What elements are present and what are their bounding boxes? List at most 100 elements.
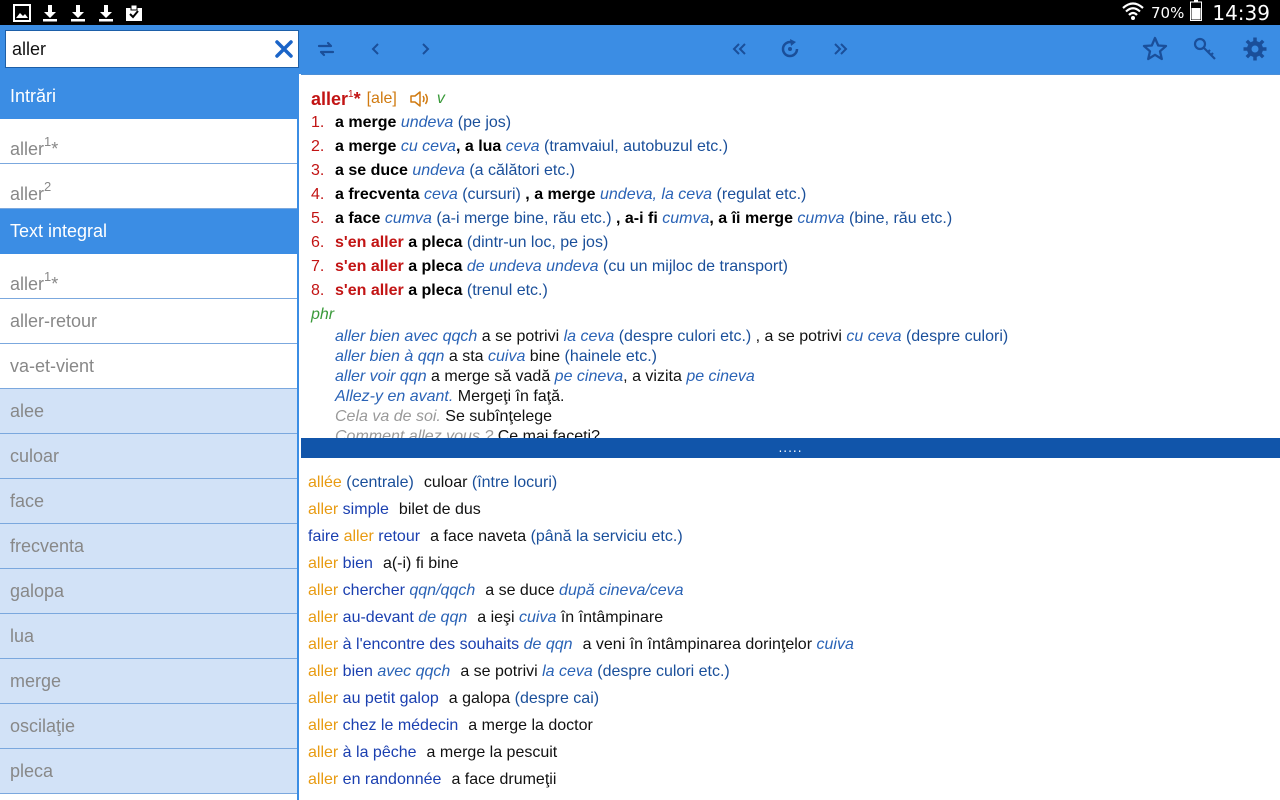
refresh-icon[interactable]: [776, 35, 804, 63]
search-input[interactable]: [6, 31, 266, 67]
result-text: a galopa: [448, 690, 515, 707]
phrase-text: aller bien avec qqch: [335, 328, 482, 345]
result-text: chez le médecin: [338, 717, 459, 734]
fulltext-result-row[interactable]: aller en randonnée a face drumeţii: [308, 768, 1280, 795]
result-text: de qqn: [523, 636, 573, 653]
fulltext-result-row[interactable]: aller au petit galop a galopa (despre cai…: [308, 687, 1280, 714]
sense-text: (pe jos): [457, 114, 512, 131]
sidebar-item[interactable]: frecventa: [0, 524, 297, 569]
sidebar-item[interactable]: galopa: [0, 569, 297, 614]
sense-row: 4. a frecventa ceva (cursuri) , a merge u…: [311, 183, 1280, 207]
download-icon: [68, 3, 87, 22]
sidebar-item[interactable]: pleca: [0, 749, 297, 794]
sense-text: (a-i merge bine, rău etc.): [436, 210, 617, 227]
sense-text: cumva: [384, 210, 437, 227]
toolbar: [0, 25, 1280, 74]
fulltext-result-row[interactable]: aller bien a(-i) fi bine: [308, 552, 1280, 579]
sidebar-item-label: galopa: [10, 581, 65, 601]
phrase-row: aller bien avec qqch a se potrivi la cev…: [311, 327, 1280, 347]
sense-text: de undeva undeva: [466, 258, 604, 275]
history-back-icon[interactable]: [726, 35, 754, 63]
sense-number: 3.: [311, 162, 325, 179]
sense-text: s'en aller: [335, 282, 409, 299]
phrase-row: Cela va de soi. Se subînţelege: [311, 407, 1280, 427]
result-text: a se duce: [485, 582, 560, 599]
entries-list: aller1* aller2: [0, 119, 297, 209]
settings-gear-icon[interactable]: [1241, 35, 1269, 63]
result-text: de qqn: [418, 609, 468, 626]
result-text: aller: [308, 636, 339, 653]
next-icon[interactable]: [411, 35, 439, 63]
headword: aller1*: [311, 88, 361, 109]
part-of-speech: v: [436, 90, 445, 107]
sidebar-item[interactable]: va-et-vient: [0, 344, 297, 389]
fulltext-result-row[interactable]: aller simple bilet de dus: [308, 498, 1280, 525]
result-text: retour: [373, 528, 421, 545]
sense-text: cumva: [797, 210, 849, 227]
fulltext-result-row[interactable]: allée (centrale) culoar (între locuri): [308, 471, 1280, 498]
sidebar-item[interactable]: merge: [0, 659, 297, 704]
star-icon[interactable]: [1141, 35, 1169, 63]
sidebar-item-label: alee: [10, 401, 45, 421]
phrase-text: Comment allez vous ?: [335, 428, 498, 438]
result-text: a face drumeţii: [451, 771, 557, 788]
sense-row: 7. s'en aller a pleca de undeva undeva (c…: [311, 255, 1280, 279]
sidebar-item[interactable]: aller1*: [0, 119, 297, 164]
entry-mark: *: [51, 274, 59, 294]
clear-search-icon[interactable]: [274, 39, 294, 59]
sense-row: 5. a face cumva (a-i merge bine, rău etc.…: [311, 207, 1280, 231]
sidebar-item-label: oscilaţie: [10, 716, 76, 736]
sidebar-item[interactable]: lua: [0, 614, 297, 659]
sense-text: (trenul etc.): [466, 282, 548, 299]
phrase-text: la ceva: [563, 328, 619, 345]
sidebar-item[interactable]: aller1*: [0, 254, 297, 299]
phrase-text: Cela va de soi.: [335, 408, 446, 425]
sense-text: a pleca: [408, 282, 467, 299]
fulltext-results-pane: allée (centrale) culoar (între locuri) all…: [301, 458, 1280, 800]
download-icon: [96, 3, 115, 22]
sidebar-item[interactable]: alee: [0, 389, 297, 434]
sidebar-item[interactable]: oscilaţie: [0, 704, 297, 749]
wifi-icon: [1121, 1, 1145, 25]
sense-number: 1.: [311, 114, 325, 131]
sense-text: a se duce: [335, 162, 413, 179]
sidebar-item[interactable]: face: [0, 479, 297, 524]
result-text: bien: [338, 555, 373, 572]
result-text: cuiva: [816, 636, 854, 653]
phrase-row: Comment allez vous ? Ce mai faceţi?: [311, 427, 1280, 438]
result-text: aller: [308, 582, 339, 599]
search-box: [5, 30, 299, 68]
phrase-row: aller bien à qqn a sta cuiva bine (haine…: [311, 347, 1280, 367]
fulltext-result-row[interactable]: aller bien avec qqch a se potrivi la ceva…: [308, 660, 1280, 687]
sense-text: cu ceva: [400, 138, 456, 155]
key-icon[interactable]: [1191, 35, 1219, 63]
history-forward-icon[interactable]: [826, 35, 854, 63]
pane-splitter[interactable]: .....: [301, 438, 1280, 458]
fulltext-result-row[interactable]: aller chez le médecin a merge la doctor: [308, 714, 1280, 741]
sense-row: 1. a merge undeva (pe jos): [311, 111, 1280, 135]
section-header-fulltext: Text integral: [0, 209, 297, 254]
sense-text: (dintr-un loc, pe jos): [466, 234, 609, 251]
prev-icon[interactable]: [362, 35, 390, 63]
fulltext-result-row[interactable]: aller à l'encontre des souhaits de qqn a …: [308, 633, 1280, 660]
sidebar-item-label: face: [10, 491, 45, 511]
fulltext-list: aller1* aller-retour va-et-vient alee culoar…: [0, 254, 297, 794]
phrase-text: aller bien à qqn: [335, 348, 449, 365]
battery-percentage: 70%: [1151, 3, 1185, 22]
fulltext-result-row[interactable]: aller chercher qqn/qqch a se duce după ci…: [308, 579, 1280, 606]
sense-row: 3. a se duce undeva (a călători etc.): [311, 159, 1280, 183]
sync-icon[interactable]: [312, 35, 340, 63]
phrase-text: Allez-y en avant.: [335, 388, 458, 405]
phrase-text: (despre culori etc.): [618, 328, 756, 345]
fulltext-result-row[interactable]: faire aller retour a face naveta (până la…: [308, 525, 1280, 552]
result-text: a face naveta: [430, 528, 531, 545]
section-header-entries: Intrări: [0, 74, 297, 119]
fulltext-result-row[interactable]: aller au-devant de qqn a ieşi cuiva în în…: [308, 606, 1280, 633]
sidebar-item[interactable]: aller-retour: [0, 299, 297, 344]
speaker-icon[interactable]: [409, 89, 431, 109]
gallery-icon: [12, 3, 31, 22]
sidebar-item[interactable]: culoar: [0, 434, 297, 479]
fulltext-result-row[interactable]: aller à la pêche a merge la pescuit: [308, 741, 1280, 768]
sidebar-item[interactable]: aller2: [0, 164, 297, 209]
result-text: (între locuri): [471, 474, 558, 491]
